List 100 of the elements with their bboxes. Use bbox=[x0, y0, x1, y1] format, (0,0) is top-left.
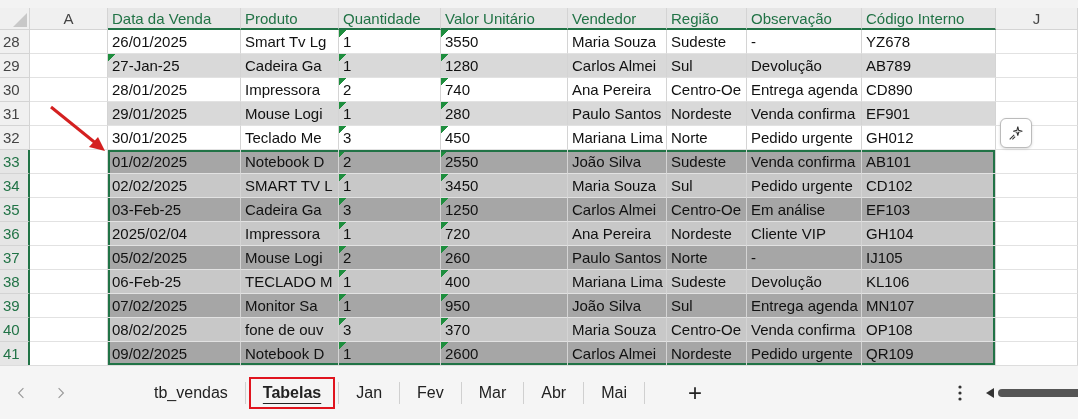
table-cell: Em análise bbox=[747, 198, 862, 222]
table-cell: 26/01/2025 bbox=[108, 30, 241, 54]
table-cell: IJ105 bbox=[862, 246, 996, 270]
table-cell: Mouse Logi bbox=[241, 246, 339, 270]
row-header[interactable]: 39 bbox=[0, 294, 30, 318]
table-cell: EF901 bbox=[862, 102, 996, 126]
table-cell: 280 bbox=[441, 102, 568, 126]
table-cell: QR109 bbox=[862, 342, 996, 366]
table-cell: CD890 bbox=[862, 78, 996, 102]
column-header[interactable]: Produto bbox=[241, 8, 339, 30]
table-cell: Entrega agenda bbox=[747, 78, 862, 102]
table-cell: 740 bbox=[441, 78, 568, 102]
row-header[interactable]: 35 bbox=[0, 198, 30, 222]
table-cell: 03-Feb-25 bbox=[108, 198, 241, 222]
column-header[interactable]: Observação bbox=[747, 8, 862, 30]
table-cell: Impressora bbox=[241, 222, 339, 246]
table-cell: 1 bbox=[339, 30, 441, 54]
row-header[interactable]: 30 bbox=[0, 78, 30, 102]
chevron-right-icon bbox=[57, 386, 65, 399]
row-header[interactable]: 38 bbox=[0, 270, 30, 294]
table-cell: Sul bbox=[667, 54, 747, 78]
table-cell: Teclado Me bbox=[241, 126, 339, 150]
table-cell: CD102 bbox=[862, 174, 996, 198]
table-cell: 1 bbox=[339, 294, 441, 318]
table-cell: 1280 bbox=[441, 54, 568, 78]
table-cell: 260 bbox=[441, 246, 568, 270]
row-header[interactable]: 33 bbox=[0, 150, 30, 174]
table-cell: Impressora bbox=[241, 78, 339, 102]
table-cell: 720 bbox=[441, 222, 568, 246]
table-cell: 08/02/2025 bbox=[108, 318, 241, 342]
table-cell: Entrega agenda bbox=[747, 294, 862, 318]
table-cell: SMART TV L bbox=[241, 174, 339, 198]
sheet-tab[interactable]: Mai bbox=[587, 376, 641, 409]
column-header[interactable]: Código Interno bbox=[862, 8, 996, 30]
table-cell: Norte bbox=[667, 246, 747, 270]
sheet-tab[interactable]: Tabelas bbox=[248, 376, 336, 409]
table-cell: Carlos Almei bbox=[568, 54, 667, 78]
table-cell: Mouse Logi bbox=[241, 102, 339, 126]
row-header[interactable]: 34 bbox=[0, 174, 30, 198]
scroll-left-icon[interactable] bbox=[986, 387, 994, 398]
table-cell: 1250 bbox=[441, 198, 568, 222]
copilot-button[interactable] bbox=[1000, 118, 1032, 148]
row-header[interactable]: 29 bbox=[0, 54, 30, 78]
arrow-icon bbox=[48, 104, 108, 154]
table-cell: Carlos Almei bbox=[568, 198, 667, 222]
sheet-tab[interactable]: Jan bbox=[342, 376, 397, 409]
table-cell: AB789 bbox=[862, 54, 996, 78]
horizontal-scrollbar[interactable] bbox=[986, 387, 1078, 398]
table-cell: Maria Souza bbox=[568, 30, 667, 54]
sheet-tab[interactable]: Mar bbox=[464, 376, 521, 409]
add-sheet-button[interactable]: + bbox=[681, 378, 708, 407]
column-header[interactable]: J bbox=[996, 8, 1078, 30]
column-header[interactable]: Vendedor bbox=[568, 8, 667, 30]
sheet-tab[interactable]: Abr bbox=[527, 376, 581, 409]
row-header[interactable]: 31 bbox=[0, 102, 30, 126]
table-cell: 27-Jan-25 bbox=[108, 54, 241, 78]
table-cell: Cliente VIP bbox=[747, 222, 862, 246]
table-cell: 2550 bbox=[441, 150, 568, 174]
row-header[interactable]: 32 bbox=[0, 126, 30, 150]
table-cell: Carlos Almei bbox=[568, 342, 667, 366]
table-cell: Maria Souza bbox=[568, 318, 667, 342]
table-cell: MN107 bbox=[862, 294, 996, 318]
table-cell: KL106 bbox=[862, 270, 996, 294]
table-cell: 07/02/2025 bbox=[108, 294, 241, 318]
table-cell: AB101 bbox=[862, 150, 996, 174]
row-header[interactable]: 41 bbox=[0, 342, 30, 366]
table-cell: Nordeste bbox=[667, 102, 747, 126]
table-cell: 370 bbox=[441, 318, 568, 342]
column-header[interactable]: Quantidade bbox=[339, 8, 441, 30]
row-header[interactable]: 28 bbox=[0, 30, 30, 54]
table-cell: 01/02/2025 bbox=[108, 150, 241, 174]
table-cell: 400 bbox=[441, 270, 568, 294]
table-cell: 2 bbox=[339, 78, 441, 102]
table-cell: Sul bbox=[667, 294, 747, 318]
column-header[interactable]: Data da Venda bbox=[108, 8, 241, 30]
table-cell: 1 bbox=[339, 54, 441, 78]
table-cell: OP108 bbox=[862, 318, 996, 342]
table-cell: Devolução bbox=[747, 54, 862, 78]
table-cell: 950 bbox=[441, 294, 568, 318]
table-cell: fone de ouv bbox=[241, 318, 339, 342]
row-header[interactable]: 36 bbox=[0, 222, 30, 246]
table-cell: TECLADO M bbox=[241, 270, 339, 294]
table-cell: 450 bbox=[441, 126, 568, 150]
table-cell: Cadeira Ga bbox=[241, 54, 339, 78]
table-cell: Pedido urgente bbox=[747, 174, 862, 198]
table-cell: 3 bbox=[339, 198, 441, 222]
more-options-icon[interactable] bbox=[958, 384, 962, 401]
table-cell: Nordeste bbox=[667, 342, 747, 366]
column-header[interactable]: Região bbox=[667, 8, 747, 30]
sheet-tab[interactable]: tb_vendas bbox=[140, 376, 242, 409]
row-header[interactable]: 40 bbox=[0, 318, 30, 342]
row-header[interactable]: 37 bbox=[0, 246, 30, 270]
column-header[interactable]: Valor Unitário bbox=[441, 8, 568, 30]
table-cell: Notebook D bbox=[241, 342, 339, 366]
table-cell: Maria Souza bbox=[568, 174, 667, 198]
table-cell: GH104 bbox=[862, 222, 996, 246]
sheet-tab[interactable]: Fev bbox=[403, 376, 458, 409]
table-cell: Centro-Oe bbox=[667, 198, 747, 222]
table-cell: Pedido urgente bbox=[747, 342, 862, 366]
column-header[interactable]: A bbox=[30, 8, 108, 30]
